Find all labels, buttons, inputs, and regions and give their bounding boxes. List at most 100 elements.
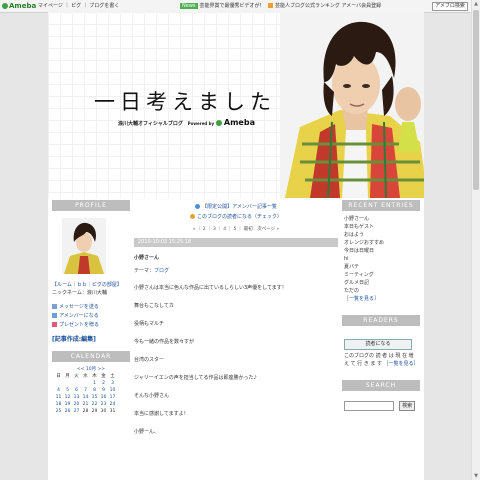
amember-list-link[interactable]: 【限定公開】アメンバー記事一覧	[134, 202, 338, 212]
entry-paragraph: 今も一緒の作品を数々すが	[134, 339, 195, 345]
calendar-day[interactable]: 14	[81, 394, 90, 401]
scroll-down-icon[interactable]: ▼	[473, 473, 479, 479]
scrollbar-thumb[interactable]	[473, 10, 479, 190]
calendar-day[interactable]: 13	[72, 394, 81, 401]
recent-entry[interactable]: 本日もゲスト	[344, 223, 420, 231]
amember-icon	[52, 313, 57, 318]
calendar-day[interactable]: 18	[54, 401, 63, 408]
entry-paragraph: そんな小野さん	[134, 393, 170, 399]
entry-paragraph: 台湾のスター	[134, 357, 165, 363]
recent-entry[interactable]: おはよう	[344, 231, 420, 239]
recent-entry[interactable]: 小野さーん	[344, 215, 420, 223]
readers-info: このブログの 読 者 は 現 在 増 え て 行 き ま す ［一覧を見る］	[342, 352, 420, 368]
calendar-day[interactable]: 20	[72, 401, 81, 408]
calendar-day[interactable]: 5	[63, 387, 72, 394]
calendar-table: 日 月 火 水 木 金 土 123 4 5 6 7 8 9 10 11 12 13 14 15 16 1…	[54, 373, 117, 415]
calendar-day[interactable]: 8	[90, 387, 99, 394]
become-reader-button[interactable]: 読者になる	[344, 339, 412, 350]
news-ticker[interactable]: News 芸能界賞で最優秀ビデオが！	[180, 0, 265, 12]
recent-entry[interactable]: グルメ日記	[344, 279, 420, 287]
recent-more-link[interactable]: ［一覧を見る］	[344, 295, 420, 303]
ameba-logo[interactable]: Ameba	[2, 0, 36, 12]
ameblo-search-button[interactable]: アメブロ検索	[432, 2, 468, 11]
profile-photo[interactable]	[62, 218, 106, 274]
left-sidebar: PROFILE 【ルーム｜ｂｂ｜ピグの部屋】 ニックネーム：浪川大輔 メッセージ…	[52, 200, 130, 415]
recent-entry[interactable]: hi	[344, 255, 420, 263]
calendar-day[interactable]: 11	[54, 394, 63, 401]
calendar-day[interactable]: 15	[90, 394, 99, 401]
weekday: 月	[65, 374, 70, 379]
calendar-day[interactable]: 26	[63, 408, 72, 415]
recent-entry[interactable]: ミーティング	[344, 271, 420, 279]
calendar-day[interactable]: 24	[108, 401, 117, 408]
search-heading: SEARCH	[342, 380, 420, 391]
weekday: 水	[83, 374, 88, 379]
search-button[interactable]: 検索	[399, 400, 416, 411]
powered-by-text: Powered by	[187, 121, 215, 126]
gift-text[interactable]: プレゼントを贈る	[59, 322, 99, 328]
calendar-day[interactable]: 7	[81, 387, 90, 394]
calendar-day[interactable]: 10	[108, 387, 117, 394]
send-message-text[interactable]: メッセージを送る	[59, 304, 99, 310]
pagination[interactable]: « ｜ 2 ｜ 3 ｜ 4 ｜ 5 ｜ 最初 次ページ »	[134, 226, 338, 232]
calendar-day: 31	[109, 409, 116, 414]
theme-link[interactable]: ブログ	[154, 268, 169, 274]
vertical-scrollbar[interactable]: ▲ ▼	[471, 0, 480, 480]
calendar-week: 25 26 27 28 29 30 31	[54, 408, 117, 415]
calendar-day[interactable]: 6	[72, 387, 81, 394]
recent-entries-list: 小野さーん 本日もゲスト おはよう オレンジおすすめ 今日は日曜日 hi 夏バテ…	[342, 215, 420, 303]
news-links-text[interactable]: 芸能人ブログ公式ランキング アメーバ会員登録	[275, 3, 381, 9]
calendar-day[interactable]: 16	[99, 394, 108, 401]
recent-entry[interactable]: ただの	[344, 287, 420, 295]
calendar-weekdays: 日 月 火 水 木 金 土	[54, 373, 117, 380]
profile-caption-link[interactable]: 【ルーム｜ｂｂ｜ピグの部屋】	[52, 282, 122, 288]
entry-paragraph: 舞台もこなしてカ	[134, 303, 174, 309]
calendar-day[interactable]: 9	[99, 387, 108, 394]
calendar-day[interactable]: 12	[63, 394, 72, 401]
readers-more-link[interactable]: ［一覧を見る］	[384, 361, 419, 367]
recent-entry[interactable]: オレンジおすすめ	[344, 239, 420, 247]
amember-link[interactable]: アメンバーになる	[52, 312, 130, 321]
recent-entry[interactable]: 今日は日曜日	[344, 247, 420, 255]
calendar-day: 29	[91, 409, 98, 414]
calendar-day[interactable]: 25	[54, 408, 63, 415]
become-reader-text[interactable]: このブログの読者になる（チェック）	[197, 214, 282, 220]
calendar-day[interactable]: 22	[90, 401, 99, 408]
edit-article-link[interactable]: [記事作成:編集]	[52, 334, 130, 343]
weekday: 金	[101, 374, 106, 379]
calendar-day[interactable]: 21	[81, 401, 90, 408]
news-text[interactable]: 芸能界賞で最優秀ビデオが！	[200, 3, 265, 9]
become-reader-link[interactable]: このブログの読者になる（チェック）	[134, 212, 338, 222]
info-icon	[195, 204, 201, 209]
calendar-day[interactable]: 4	[54, 387, 63, 394]
entry-theme: テーマ：ブログ	[134, 267, 338, 274]
calendar-day[interactable]: 2	[99, 380, 108, 387]
calendar-day	[72, 380, 81, 387]
calendar-day[interactable]: 3	[108, 380, 117, 387]
amember-text[interactable]: アメンバーになる	[59, 313, 99, 319]
profile-caption[interactable]: 【ルーム｜ｂｂ｜ピグの部屋】	[52, 281, 130, 289]
weekday: 木	[92, 374, 97, 379]
recent-entry[interactable]: 夏バテ	[344, 263, 420, 271]
send-message-link[interactable]: メッセージを送る	[52, 303, 130, 312]
blog-title[interactable]: 一日考えました	[94, 86, 276, 116]
calendar-day[interactable]: 1	[90, 380, 99, 387]
news-links[interactable]: 芸能人ブログ公式ランキング アメーバ会員登録	[268, 0, 381, 12]
amember-list-text[interactable]: 【限定公開】アメンバー記事一覧	[202, 204, 277, 210]
entry-paragraph: 役柄もマルチ	[134, 321, 165, 327]
blog-subtitle: 浪川大輔オフィシャルブログ Powered by Ameba	[118, 118, 255, 127]
calendar-week: 123	[54, 380, 117, 387]
calendar: << 10月 >> 日 月 火 水 木 金 土 123 4 5 6 7 8 9 10	[52, 366, 130, 415]
calendar-day[interactable]: 27	[72, 408, 81, 415]
top-nav[interactable]: マイページ ｜ ピグ ｜ ブログを書く	[38, 0, 119, 12]
search-input[interactable]	[344, 400, 394, 411]
entry-title[interactable]: 小野さーん	[134, 254, 338, 261]
calendar-day[interactable]: 17	[108, 394, 117, 401]
calendar-day: 30	[100, 409, 107, 414]
scroll-up-icon[interactable]: ▲	[473, 1, 479, 7]
calendar-month-nav[interactable]: << 10月 >>	[52, 366, 130, 373]
calendar-day[interactable]: 23	[99, 401, 108, 408]
calendar-day[interactable]: 19	[63, 401, 72, 408]
weekday: 土	[110, 374, 115, 379]
gift-link[interactable]: プレゼントを贈る	[52, 321, 130, 330]
